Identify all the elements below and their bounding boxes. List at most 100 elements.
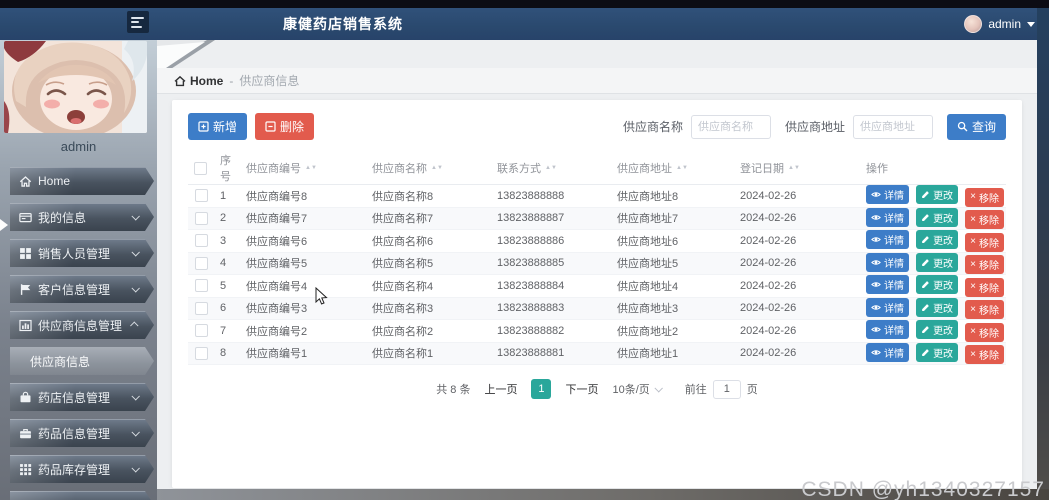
sidebar-subitem-active[interactable]: 供应商信息 [10, 347, 154, 375]
row-checkbox[interactable] [195, 189, 208, 202]
remove-button[interactable]: × 移除 [965, 300, 1004, 319]
breadcrumb-separator: - [229, 74, 233, 88]
supplier-name-input[interactable] [691, 115, 771, 139]
detail-button[interactable]: 详情 [866, 298, 909, 317]
row-checkbox[interactable] [195, 257, 208, 270]
modify-button[interactable]: 更改 [916, 320, 958, 339]
breadcrumb-current: 供应商信息 [239, 72, 299, 89]
modify-button[interactable]: 更改 [916, 253, 958, 272]
column-header-address[interactable]: 供应商地址▲▼ [611, 152, 734, 185]
user-name: admin [988, 17, 1021, 31]
detail-button[interactable]: 详情 [866, 253, 909, 272]
cell-index: 3 [214, 230, 240, 253]
user-menu[interactable]: admin [964, 8, 1035, 40]
sidebar-item[interactable]: 药品信息管理 [10, 419, 154, 447]
close-icon: × [970, 215, 976, 225]
remove-button[interactable]: × 移除 [965, 188, 1004, 207]
delete-button[interactable]: 删除 [255, 113, 314, 140]
sidebar-item[interactable]: 销售人员管理 [10, 239, 154, 267]
breadcrumb-home-link[interactable]: Home [174, 74, 223, 88]
page-size-select[interactable]: 10条/页 [612, 381, 660, 397]
chart-icon [19, 319, 32, 332]
cell-code: 供应商编号6 [240, 230, 366, 253]
remove-button[interactable]: × 移除 [965, 323, 1004, 342]
sort-icon[interactable]: ▲▼ [676, 166, 688, 171]
row-checkbox[interactable] [195, 212, 208, 225]
supplier-name-label: 供应商名称 [623, 118, 683, 135]
modify-button[interactable]: 更改 [916, 343, 958, 362]
home-icon [174, 75, 186, 87]
row-checkbox[interactable] [195, 324, 208, 337]
column-header-date[interactable]: 登记日期▲▼ [734, 152, 860, 185]
detail-button[interactable]: 详情 [866, 320, 909, 339]
modify-button[interactable]: 更改 [916, 230, 958, 249]
remove-button[interactable]: × 移除 [965, 210, 1004, 229]
goto-page-input[interactable] [713, 380, 741, 399]
prev-page-button[interactable]: 上一页 [484, 381, 517, 397]
cell-address: 供应商地址8 [611, 185, 734, 208]
next-page-button[interactable]: 下一页 [565, 381, 598, 397]
add-button[interactable]: 新增 [188, 113, 247, 140]
sidebar-item[interactable]: 药店信息管理 [10, 383, 154, 411]
cell-date: 2024-02-26 [734, 297, 860, 320]
sidebar-item[interactable]: 供应商信息管理 [10, 311, 154, 339]
column-header-name[interactable]: 供应商名称▲▼ [366, 152, 491, 185]
detail-button[interactable]: 详情 [866, 275, 909, 294]
cell-code: 供应商编号8 [240, 185, 366, 208]
table-header-row: 序号 供应商编号▲▼ 供应商名称▲▼ 联系方式▲▼ 供应商地址▲▼ 登记日期▲▼… [188, 152, 1006, 185]
detail-button[interactable]: 详情 [866, 230, 909, 249]
cell-name: 供应商名称6 [366, 230, 491, 253]
edit-icon [921, 235, 930, 244]
modify-button[interactable]: 更改 [916, 298, 958, 317]
chevron-down-icon [131, 212, 139, 220]
delete-button-label: 删除 [280, 118, 304, 135]
app-header: 康健药店销售系统 admin [0, 8, 1049, 40]
goto-page: 前往 页 [685, 380, 758, 399]
cell-name: 供应商名称4 [366, 275, 491, 298]
sidebar-item[interactable]: Home [10, 167, 154, 195]
close-icon: × [970, 237, 976, 247]
edit-icon [921, 280, 930, 289]
sidebar-item[interactable]: 我的信息 [10, 203, 154, 231]
page-number-button[interactable]: 1 [531, 379, 551, 399]
row-checkbox[interactable] [195, 234, 208, 247]
sidebar-item[interactable]: 客户信息管理 [10, 275, 154, 303]
sidebar-item[interactable] [10, 491, 154, 500]
sort-icon[interactable]: ▲▼ [305, 166, 317, 171]
search-button[interactable]: 查询 [947, 114, 1006, 140]
cell-name: 供应商名称8 [366, 185, 491, 208]
sidebar-toggle-button[interactable] [127, 11, 149, 33]
modify-button[interactable]: 更改 [916, 208, 958, 227]
remove-button[interactable]: × 移除 [965, 345, 1004, 364]
row-checkbox[interactable] [195, 347, 208, 360]
modify-button[interactable]: 更改 [916, 275, 958, 294]
detail-button[interactable]: 详情 [866, 208, 909, 227]
modify-button[interactable]: 更改 [916, 185, 958, 204]
row-checkbox[interactable] [195, 302, 208, 315]
supplier-address-input[interactable] [853, 115, 933, 139]
cell-actions: 详情 更改 × 移除 [860, 320, 1006, 343]
row-checkbox[interactable] [195, 279, 208, 292]
cell-index: 6 [214, 297, 240, 320]
remove-button[interactable]: × 移除 [965, 233, 1004, 252]
close-icon: × [970, 305, 976, 315]
edit-icon [921, 213, 930, 222]
column-header-phone[interactable]: 联系方式▲▼ [491, 152, 611, 185]
chevron-down-icon [654, 384, 662, 392]
sort-icon[interactable]: ▲▼ [431, 166, 443, 171]
remove-button[interactable]: × 移除 [965, 278, 1004, 297]
column-header-code[interactable]: 供应商编号▲▼ [240, 152, 366, 185]
sidebar-menu: Home 我的信息销售人员管理客户信息管理供应商信息管理供应商信息药店信息管理药品… [0, 167, 157, 500]
select-all-checkbox[interactable] [194, 162, 207, 175]
remove-button[interactable]: × 移除 [965, 255, 1004, 274]
sort-icon[interactable]: ▲▼ [788, 166, 800, 171]
sidebar-item[interactable]: 药品库存管理 [10, 455, 154, 483]
detail-button[interactable]: 详情 [866, 343, 909, 362]
sort-icon[interactable]: ▲▼ [545, 166, 557, 171]
toolbar: 新增 删除 供应商名称 供应商地址 [172, 100, 1022, 140]
watermark: CSDN @yh1340327157 [801, 478, 1045, 500]
add-button-label: 新增 [213, 118, 237, 135]
cell-code: 供应商编号7 [240, 207, 366, 230]
detail-button[interactable]: 详情 [866, 185, 909, 204]
cell-phone: 13823888886 [491, 230, 611, 253]
